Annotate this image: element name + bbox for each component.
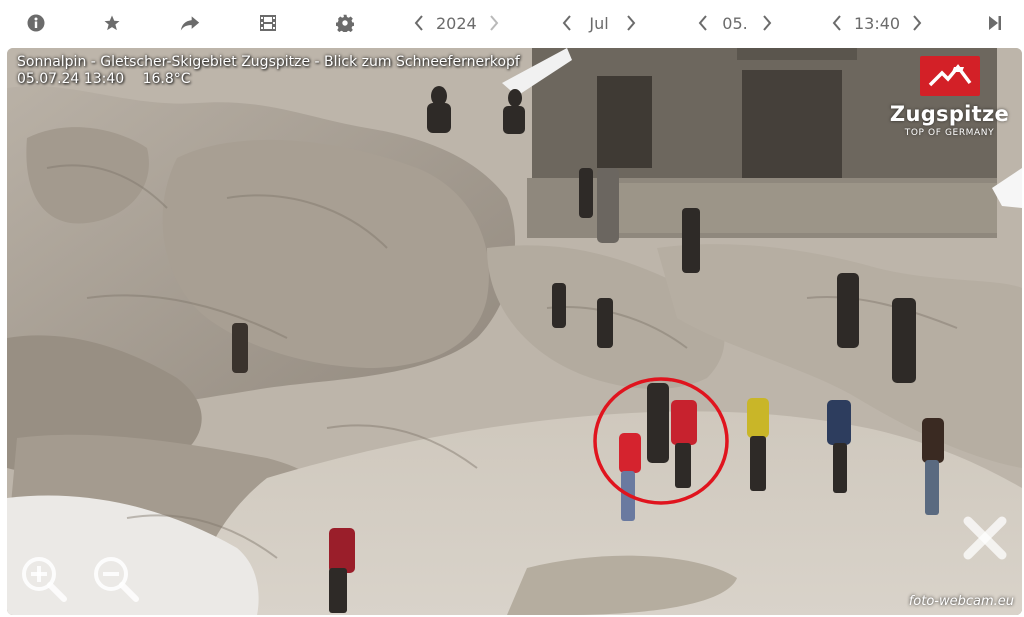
latest-image-button[interactable] <box>982 0 1008 46</box>
chevron-right-icon <box>627 15 636 31</box>
image-title: Sonnalpin - Gletscher-Skigebiet Zugspitz… <box>17 54 520 70</box>
year-selector: 2024 <box>408 0 505 46</box>
time-prev-button[interactable] <box>826 0 848 46</box>
settings-button[interactable] <box>331 0 359 46</box>
month-prev-button[interactable] <box>556 0 578 46</box>
month-value[interactable]: Jul <box>578 14 620 33</box>
skip-end-icon <box>989 16 1001 30</box>
day-prev-button[interactable] <box>692 0 714 46</box>
zugspitze-logo-mark <box>919 56 980 96</box>
chevron-left-icon <box>562 15 571 31</box>
star-icon <box>104 15 120 31</box>
share-button[interactable] <box>176 0 204 46</box>
chevron-left-icon <box>414 15 423 31</box>
zugspitze-logo: Zugspitze TOP OF GERMANY <box>887 56 1012 138</box>
time-value[interactable]: 13:40 <box>848 14 906 33</box>
day-value[interactable]: 05. <box>714 14 756 33</box>
brand-tagline: TOP OF GERMANY <box>904 128 995 138</box>
zoom-out-button[interactable] <box>91 554 141 604</box>
chevron-right-icon <box>913 15 922 31</box>
toolbar: 2024 Jul 05. 13:40 <box>0 0 1024 46</box>
mountain-flag-icon <box>928 64 971 87</box>
image-datetime: 05.07.24 13:40 <box>17 71 125 87</box>
timelapse-button[interactable] <box>254 0 282 46</box>
info-button[interactable] <box>22 0 50 46</box>
chevron-right-icon <box>763 15 772 31</box>
chevron-left-icon <box>832 15 841 31</box>
webcam-photo <box>7 48 1022 615</box>
watermark: foto-webcam.eu <box>908 594 1014 609</box>
year-value[interactable]: 2024 <box>430 14 483 33</box>
month-next-button[interactable] <box>620 0 642 46</box>
close-icon <box>963 516 1007 560</box>
webcam-image-viewer[interactable]: Sonnalpin - Gletscher-Skigebiet Zugspitz… <box>7 48 1022 615</box>
chevron-right-icon <box>489 15 499 31</box>
zoom-in-icon <box>22 557 67 602</box>
share-icon <box>180 16 200 31</box>
film-icon <box>260 15 276 31</box>
year-prev-button[interactable] <box>408 0 430 46</box>
image-caption: Sonnalpin - Gletscher-Skigebiet Zugspitz… <box>17 54 520 88</box>
month-selector: Jul <box>556 0 642 46</box>
zoom-in-button[interactable] <box>19 554 69 604</box>
time-next-button[interactable] <box>906 0 928 46</box>
chevron-left-icon <box>698 15 707 31</box>
brand-name: Zugspitze <box>889 102 1010 126</box>
favorite-button[interactable] <box>98 0 126 46</box>
year-next-button[interactable] <box>483 0 505 46</box>
info-icon <box>27 14 45 32</box>
image-temperature: 16.8°C <box>142 71 191 87</box>
day-selector: 05. <box>692 0 778 46</box>
day-next-button[interactable] <box>756 0 778 46</box>
time-selector: 13:40 <box>826 0 928 46</box>
close-button[interactable] <box>960 513 1010 563</box>
zoom-out-icon <box>94 557 139 602</box>
gear-icon <box>336 14 354 32</box>
image-meta: 05.07.24 13:40 16.8°C <box>17 71 520 88</box>
